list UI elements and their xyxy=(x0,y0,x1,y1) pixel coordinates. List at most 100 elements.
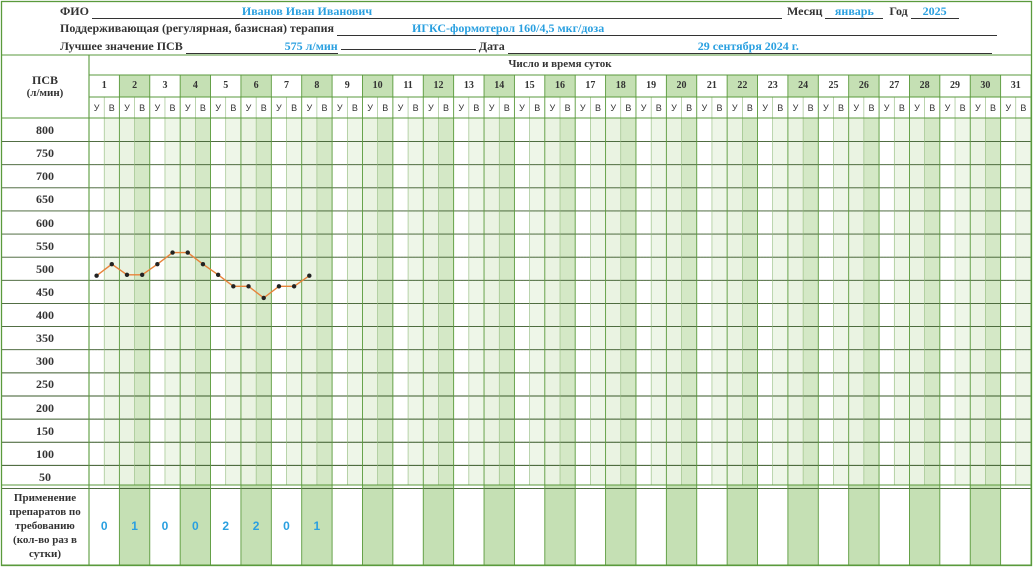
day-number: 6 xyxy=(253,80,259,91)
evening-column-fill xyxy=(590,118,606,485)
days-title: Число и время суток xyxy=(508,58,612,70)
on-demand-value[interactable]: 0 xyxy=(180,519,210,533)
psv-data-point xyxy=(109,261,114,267)
day-number: 27 xyxy=(889,80,900,91)
day-number: 4 xyxy=(192,80,198,91)
day-number: 26 xyxy=(858,80,869,91)
on-demand-value[interactable]: 0 xyxy=(271,519,301,533)
day-number: 24 xyxy=(798,80,809,91)
on-demand-cell-fill xyxy=(605,485,636,565)
on-demand-value[interactable]: 1 xyxy=(302,519,332,533)
day-number: 21 xyxy=(706,80,717,91)
day-number: 1 xyxy=(101,80,107,91)
day-number: 13 xyxy=(463,80,474,91)
day-number: 19 xyxy=(646,80,657,91)
evening-marker: В xyxy=(594,103,601,113)
on-demand-cell-fill xyxy=(909,485,940,565)
day-number: 20 xyxy=(676,80,687,91)
evening-column-fill xyxy=(347,118,363,485)
evening-column-fill xyxy=(803,118,819,485)
psv-axis-label: ПСВ (л/мин) xyxy=(2,74,88,100)
on-demand-value[interactable]: 0 xyxy=(150,519,180,533)
day-number: 17 xyxy=(585,80,596,91)
morning-column-fill xyxy=(787,118,804,485)
psv-data-point xyxy=(291,284,297,289)
day-number: 15 xyxy=(524,80,535,91)
psv-label-line1: ПСВ xyxy=(31,73,58,87)
evening-marker: В xyxy=(169,103,176,113)
evening-column-fill xyxy=(316,118,333,485)
morning-marker: У xyxy=(124,103,130,113)
evening-column-fill xyxy=(620,118,636,485)
evening-column-fill xyxy=(833,118,849,485)
on-demand-value[interactable]: 2 xyxy=(211,519,241,533)
evening-marker: В xyxy=(625,103,632,113)
day-number: 28 xyxy=(919,80,930,91)
day-number: 14 xyxy=(494,80,505,91)
evening-column-fill xyxy=(499,118,515,485)
evening-marker: В xyxy=(989,103,996,113)
on-demand-label-line: Применение xyxy=(13,492,77,504)
day-number: 30 xyxy=(980,80,991,91)
y-tick-label: 200 xyxy=(36,400,54,415)
evening-marker: В xyxy=(959,103,966,113)
day-number: 31 xyxy=(1010,80,1021,91)
y-tick-label: 150 xyxy=(36,423,54,438)
morning-marker: У xyxy=(762,103,768,113)
y-tick-label: 350 xyxy=(36,331,54,346)
morning-column-fill xyxy=(362,118,378,485)
morning-column-fill xyxy=(970,118,986,485)
evening-column-fill xyxy=(742,118,758,485)
y-tick-label: 700 xyxy=(36,169,54,184)
morning-column-fill xyxy=(544,118,560,485)
evening-marker: В xyxy=(777,103,784,113)
morning-marker: У xyxy=(853,103,860,113)
evening-marker: В xyxy=(807,103,814,113)
y-tick-label: 100 xyxy=(36,446,54,461)
evening-column-fill xyxy=(164,118,181,485)
morning-marker: У xyxy=(823,103,829,113)
y-tick-label: 400 xyxy=(36,308,54,323)
morning-marker: У xyxy=(184,103,191,113)
morning-marker: У xyxy=(306,103,313,113)
evening-marker: В xyxy=(382,103,389,113)
evening-column-fill xyxy=(560,118,576,485)
evening-column-fill xyxy=(438,118,454,485)
on-demand-label-line: препаратов по xyxy=(9,506,81,518)
day-number: 5 xyxy=(223,80,229,91)
morning-marker: У xyxy=(792,103,799,113)
morning-marker: У xyxy=(974,103,981,113)
y-tick-label: 600 xyxy=(36,215,54,230)
morning-marker: У xyxy=(519,103,525,113)
morning-marker: У xyxy=(549,103,556,113)
on-demand-label-line: сутки) xyxy=(29,548,61,560)
psv-data-point xyxy=(246,284,251,289)
evening-marker: В xyxy=(716,103,723,113)
y-tick-label: 300 xyxy=(36,354,54,369)
evening-column-fill xyxy=(711,118,728,485)
morning-marker: У xyxy=(610,103,617,113)
on-demand-cell-fill xyxy=(727,485,758,565)
on-demand-label-line: (кол-во раз в xyxy=(13,534,77,546)
morning-marker: У xyxy=(488,103,495,113)
psv-data-point xyxy=(124,272,130,277)
on-demand-value[interactable]: 2 xyxy=(241,519,271,533)
morning-marker: У xyxy=(245,103,252,113)
morning-column-fill xyxy=(301,118,317,485)
evening-marker: В xyxy=(868,103,875,113)
evening-marker: В xyxy=(929,103,936,113)
y-tick-label: 50 xyxy=(39,469,51,484)
day-number: 29 xyxy=(950,80,961,91)
y-tick-label: 650 xyxy=(36,192,54,207)
y-tick-label: 550 xyxy=(36,238,54,253)
evening-column-fill xyxy=(225,118,241,485)
evening-marker: В xyxy=(230,103,237,113)
on-demand-value[interactable]: 1 xyxy=(119,519,149,533)
evening-marker: В xyxy=(898,103,905,113)
morning-column-fill xyxy=(727,118,743,485)
morning-marker: У xyxy=(701,103,708,113)
evening-marker: В xyxy=(1020,103,1027,113)
evening-column-fill xyxy=(772,118,788,485)
morning-column-fill xyxy=(909,118,925,485)
on-demand-value[interactable]: 0 xyxy=(89,519,119,533)
